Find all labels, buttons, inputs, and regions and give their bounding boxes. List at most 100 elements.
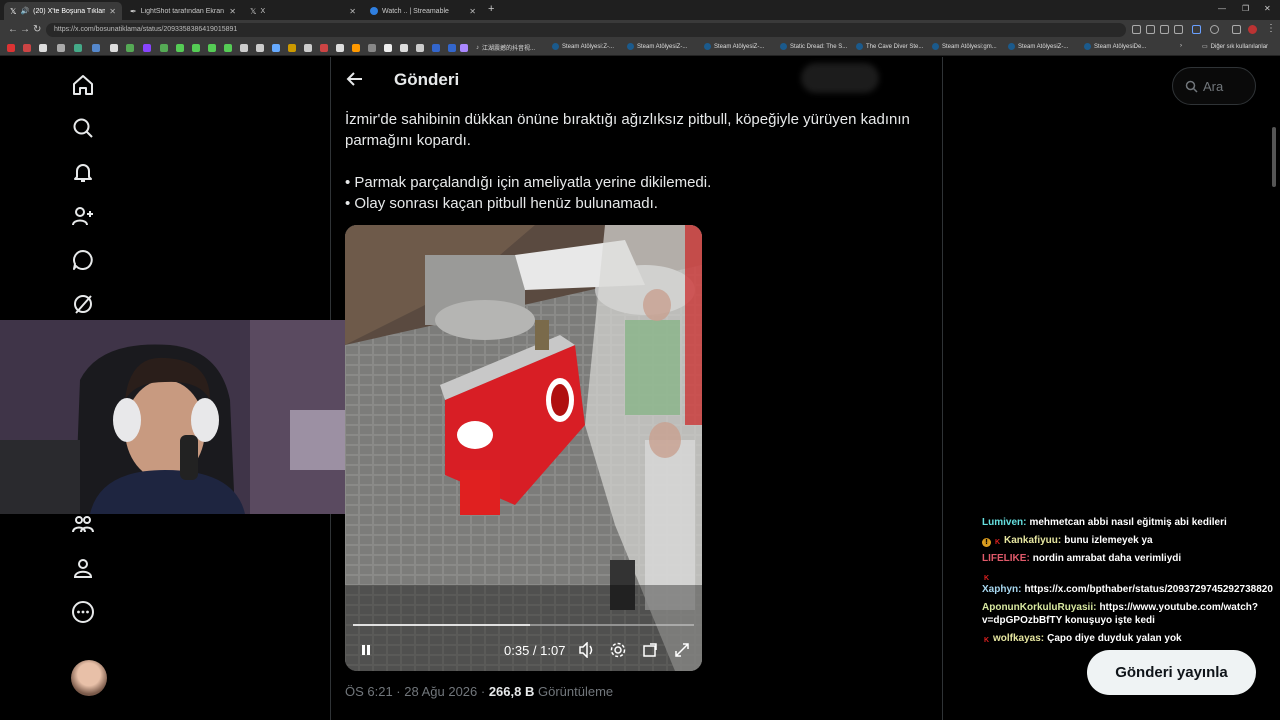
steam-icon <box>552 43 559 50</box>
bookmark-icon[interactable] <box>460 44 468 52</box>
grok-icon[interactable] <box>71 292 95 316</box>
back-arrow-icon[interactable]: ← <box>8 24 18 35</box>
video-frame <box>345 225 702 671</box>
chevron-right-icon[interactable]: › <box>1180 43 1182 49</box>
translate-icon[interactable] <box>1192 25 1201 34</box>
bookmark-steam[interactable]: The Cave Diver Ste... <box>856 43 923 50</box>
avatar[interactable] <box>1248 25 1257 34</box>
zoom-icon[interactable] <box>1146 25 1155 34</box>
chat-icon[interactable] <box>71 248 95 272</box>
bookmark-icon[interactable] <box>432 44 440 52</box>
bookmark-icon[interactable] <box>208 44 216 52</box>
back-arrow-icon[interactable] <box>345 69 365 89</box>
more-icon[interactable] <box>71 600 95 624</box>
bookmark-steam[interactable]: Steam Atölyesi:gm... <box>932 43 997 50</box>
gear-icon[interactable] <box>610 642 626 658</box>
bookmark-icon[interactable] <box>92 44 100 52</box>
forward-arrow-icon[interactable]: → <box>20 24 30 35</box>
close-icon[interactable]: ✕ <box>469 7 476 16</box>
bookmark-icon[interactable] <box>224 44 232 52</box>
bookmark-icon[interactable] <box>384 44 392 52</box>
bookmark-icon[interactable] <box>272 44 280 52</box>
pip-icon[interactable] <box>642 642 658 658</box>
bookmark-folder-other[interactable]: ▭ Diğer sık kullanılanlar <box>1202 43 1268 51</box>
x-icon: 𝕏 <box>10 6 17 16</box>
url-field[interactable]: https://x.com/bosunatiklama/status/20933… <box>46 23 1126 37</box>
bookmark-steam[interactable]: Steam AtölyesiZ-... <box>627 43 687 50</box>
globe-icon[interactable] <box>74 44 82 52</box>
speaker-icon[interactable]: 🔊 <box>20 7 29 15</box>
post-header: Gönderi <box>331 57 942 103</box>
bookmark-icon[interactable] <box>416 44 424 52</box>
avatar[interactable] <box>71 660 107 696</box>
bookmark-icon[interactable] <box>368 44 376 52</box>
extension-icon[interactable] <box>1132 25 1141 34</box>
video-progress-bar[interactable] <box>353 624 694 626</box>
tab-x[interactable]: 𝕏 X ✕ <box>244 2 362 20</box>
menu-icon[interactable]: ⋮ <box>1266 23 1276 34</box>
bookmark-icon[interactable] <box>352 44 360 52</box>
volume-icon[interactable] <box>578 642 596 658</box>
streamable-icon <box>370 7 378 15</box>
bookmark-icon[interactable] <box>176 44 184 52</box>
post-text-line: İzmir'de sahibinin dükkan önüne bıraktığ… <box>345 111 910 128</box>
youtube-icon[interactable] <box>7 44 15 52</box>
bookmark-icon[interactable] <box>288 44 296 52</box>
bookmark-steam[interactable]: Steam AtölyesiZ-... <box>1008 43 1068 50</box>
video-player[interactable]: 0:35 / 1:07 <box>345 225 702 671</box>
bookmark-icon[interactable] <box>448 44 456 52</box>
bookmark-icon[interactable] <box>39 44 47 52</box>
bookmark-steam[interactable]: Steam Atölyesi:Z-... <box>552 43 614 50</box>
bookmark-icon[interactable] <box>110 44 118 52</box>
bookmark-icon[interactable] <box>336 44 344 52</box>
post-button[interactable]: Gönderi yayınla <box>1087 650 1256 695</box>
reload-icon[interactable]: ↻ <box>33 24 41 35</box>
scrollbar[interactable] <box>1272 127 1276 187</box>
communities-icon[interactable] <box>71 512 95 536</box>
tab-x-post[interactable]: 𝕏 🔊 (20) X'te Boşuna Tıklama: "İzm ✕ <box>4 2 122 20</box>
post-bullet: • Parmak parçalandığı için ameliyatla ye… <box>345 174 712 191</box>
steam-icon <box>627 43 634 50</box>
tab-streamable[interactable]: Watch .. | Streamable ✕ <box>364 2 482 20</box>
new-tab-button[interactable]: + <box>488 3 494 15</box>
follow-icon[interactable] <box>71 204 95 228</box>
pause-icon[interactable] <box>359 643 373 657</box>
chat-message: ! K Kankafiyuu: bunu izlemeyek ya <box>982 534 1272 547</box>
profile-extension-icon[interactable] <box>1232 25 1241 34</box>
reader-icon[interactable] <box>1160 25 1169 34</box>
home-icon[interactable] <box>71 73 95 97</box>
close-icon[interactable]: ✕ <box>229 7 236 16</box>
search-input[interactable]: Ara <box>1172 67 1256 105</box>
post-timestamp[interactable]: ÖS 6:21 · 28 Ağu 2026 · <box>345 684 489 699</box>
bookmark-icon[interactable] <box>240 44 248 52</box>
bookmark-icon[interactable] <box>304 44 312 52</box>
minimize-icon[interactable]: — <box>1218 4 1226 13</box>
bookmark-icon[interactable] <box>126 44 134 52</box>
bookmark-icon[interactable] <box>160 44 168 52</box>
bookmark-icon[interactable] <box>57 44 65 52</box>
bookmark-icon[interactable] <box>192 44 200 52</box>
search-icon[interactable] <box>71 116 95 140</box>
bookmark-icon[interactable] <box>320 44 328 52</box>
webcam-feed <box>0 320 345 514</box>
bookmark-steam[interactable]: Steam AtölyesiZ-... <box>704 43 764 50</box>
star-icon[interactable] <box>1174 25 1183 34</box>
maximize-icon[interactable]: ❐ <box>1242 4 1249 13</box>
refresh-ext-icon[interactable] <box>1210 25 1219 34</box>
close-window-icon[interactable]: ✕ <box>1264 4 1271 13</box>
bookmark-steam[interactable]: Steam AtölyesiDe... <box>1084 43 1146 50</box>
kick-badge-icon: K <box>994 539 1001 546</box>
close-icon[interactable]: ✕ <box>349 7 356 16</box>
fullscreen-icon[interactable] <box>674 642 690 658</box>
bookmark-icon[interactable] <box>400 44 408 52</box>
tab-lightshot[interactable]: ✒ LightShot tarafından Ekran Görün ✕ <box>124 2 242 20</box>
chat-message: LIFELIKE: nordin amrabat daha verimliydi <box>982 552 1272 565</box>
bookmark-icon[interactable] <box>143 44 151 52</box>
bell-icon[interactable] <box>71 160 95 184</box>
bookmark-tiktok[interactable]: ♪ 江湖震撼的抖音视... <box>476 43 535 53</box>
profile-icon[interactable] <box>71 556 95 580</box>
close-icon[interactable]: ✕ <box>109 7 116 16</box>
x-icon[interactable] <box>256 44 264 52</box>
bookmark-steam[interactable]: Static Dread: The S... <box>780 43 847 50</box>
bookmark-icon[interactable] <box>23 44 31 52</box>
